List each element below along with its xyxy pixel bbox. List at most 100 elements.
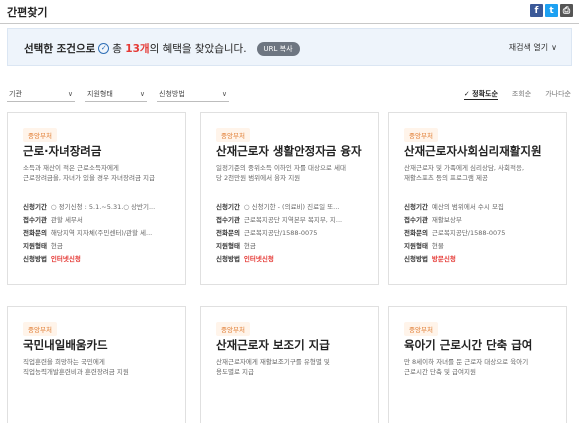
agency-badge: 중앙부처 xyxy=(23,128,57,142)
benefit-card[interactable]: 중앙부처 산재근로자 보조기 지급 산재근로자에게 재활보조기구를 유형별 및 … xyxy=(200,306,379,423)
detail-row: 접수기관 관할 세무서 xyxy=(23,214,181,227)
detail-value: 인터넷신청 xyxy=(50,255,81,263)
detail-value: 현물 xyxy=(431,242,444,250)
detail-label: 전화문의 xyxy=(404,229,428,237)
description-line: 직업능력개발훈련비과 훈련장려금 지원 xyxy=(23,368,129,376)
summary-suffix: 의 혜택을 찾았습니다. xyxy=(149,43,247,55)
benefit-card[interactable]: 중앙부처 근로·자녀장려금 소득과 재산이 적은 근로소득자에게 근로장려금을,… xyxy=(7,112,186,285)
agency-badge: 중앙부처 xyxy=(23,322,57,336)
reopen-search-button[interactable]: 재검색 열기 ∨ xyxy=(509,42,557,53)
detail-row: 신청기간 ○ 신청기한 - (의료비) 진료일 또... xyxy=(216,201,374,214)
detail-label: 접수기관 xyxy=(23,216,47,224)
chevron-down-icon: ∨ xyxy=(551,43,557,52)
card-description: 만 8세이하 자녀를 둔 근로자 대상으로 육아기 근로시간 단축 및 급여지원 xyxy=(404,357,562,377)
detail-label: 신청방법 xyxy=(23,255,47,263)
detail-value: 방문신청 xyxy=(431,255,456,263)
benefit-card[interactable]: 중앙부처 산재근로자 생활안정자금 융자 일정기준의 중위소득 이하인 자를 대… xyxy=(200,112,379,285)
description-line: 소득과 재산이 적은 근로소득자에게 xyxy=(23,164,119,172)
card-details: 신청기간 예산의 범위에서 수시 모집 접수기관 재활보상부 전화문의 근로복지공단/… xyxy=(404,201,562,266)
detail-label: 신청방법 xyxy=(216,255,240,263)
facebook-icon[interactable]: f xyxy=(530,4,543,17)
card-description: 일정기준의 중위소득 이하인 자를 대상으로 세대 당 2천만원 범위에서 융자… xyxy=(216,163,374,183)
filter-apply-method-select[interactable]: 신청방법 ∨ xyxy=(157,86,229,102)
detail-label: 전화문의 xyxy=(23,229,47,237)
chevron-down-icon: ∨ xyxy=(139,89,145,98)
detail-label: 지원형태 xyxy=(404,242,428,250)
share-buttons: f t ⎙ xyxy=(530,4,573,17)
card-details: 신청기간 ○ 정기신청 : 5.1.~5.31.○ 상반기... 접수기관 관할 세… xyxy=(23,201,181,266)
summary-prefix: 선택한 조건으로 xyxy=(24,43,96,55)
filter-bar: 기관 ∨ 지원형태 ∨ 신청방법 ∨ xyxy=(7,86,229,102)
detail-row: 접수기관 근로복지공단 지역본부 복지부, 지... xyxy=(216,214,374,227)
detail-label: 접수기관 xyxy=(404,216,428,224)
sort-alphabetical[interactable]: 가나다순 xyxy=(545,89,571,100)
detail-value: 해당지역 지자체(주민센터)/관할 세... xyxy=(50,229,153,237)
detail-row: 지원형태 현금 xyxy=(23,240,181,253)
description-line: 당 2천만원 범위에서 융자 지원 xyxy=(216,174,301,182)
description-line: 재활스포츠 등의 프로그램 제공 xyxy=(404,174,488,182)
result-count: 13개 xyxy=(125,43,150,55)
detail-value: 인터넷신청 xyxy=(243,255,274,263)
result-banner: 선택한 조건으로 ✓ 총 13개 의 혜택을 찾았습니다. URL 복사 재검색 … xyxy=(7,28,572,66)
detail-label: 신청기간 xyxy=(23,203,47,211)
chevron-down-icon: ∨ xyxy=(221,89,227,98)
top-bar: 간편찾기 f t ⎙ xyxy=(0,0,579,24)
detail-value: ○ 신청기한 - (의료비) 진료일 또... xyxy=(243,203,340,211)
filter-agency-select[interactable]: 기관 ∨ xyxy=(7,86,75,102)
url-copy-button[interactable]: URL 복사 xyxy=(256,41,300,56)
chevron-down-icon: ∨ xyxy=(67,89,73,98)
detail-label: 전화문의 xyxy=(216,229,240,237)
detail-row: 지원형태 현금 xyxy=(216,240,374,253)
twitter-icon[interactable]: t xyxy=(545,4,558,17)
description-line: 근로장려금을, 자녀가 있을 경우 자녀장려금 지급 xyxy=(23,174,155,182)
benefit-card[interactable]: 중앙부처 육아기 근로시간 단축 급여 만 8세이하 자녀를 둔 근로자 대상으… xyxy=(388,306,567,423)
page-title: 간편찾기 xyxy=(7,6,48,19)
card-title: 산재근로자 보조기 지급 xyxy=(216,338,330,352)
filter-label: 지원형태 xyxy=(87,89,113,98)
detail-label: 신청기간 xyxy=(216,203,240,211)
description-line: 일정기준의 중위소득 이하인 자를 대상으로 세대 xyxy=(216,164,346,172)
card-title: 육아기 근로시간 단축 급여 xyxy=(404,338,533,352)
detail-row: 전화문의 근로복지공단/1588-0075 xyxy=(216,227,374,240)
detail-row: 지원형태 현물 xyxy=(404,240,562,253)
detail-value: 근로복지공단 지역본부 복지부, 지... xyxy=(243,216,343,224)
description-line: 산재근로자 및 가족에게 심리상담, 사회적응, xyxy=(404,164,525,172)
detail-value: 근로복지공단/1588-0075 xyxy=(431,229,506,237)
detail-label: 접수기관 xyxy=(216,216,240,224)
description-line: 산재근로자에게 재활보조기구를 유형별 및 xyxy=(216,358,330,366)
card-title: 산재근로자 생활안정자금 융자 xyxy=(216,144,362,158)
filter-label: 신청방법 xyxy=(159,89,185,98)
detail-value: 재활보상부 xyxy=(431,216,462,224)
detail-value: ○ 정기신청 : 5.1.~5.31.○ 상반기... xyxy=(50,203,156,211)
sort-options: ✓ 정확도순 조회순 가나다순 xyxy=(463,89,571,100)
card-description: 산재근로자 및 가족에게 심리상담, 사회적응, 재활스포츠 등의 프로그램 제… xyxy=(404,163,562,183)
print-icon[interactable]: ⎙ xyxy=(560,4,573,17)
agency-badge: 중앙부처 xyxy=(404,128,438,142)
detail-value: 현금 xyxy=(50,242,63,250)
sort-views[interactable]: 조회순 xyxy=(512,89,531,100)
detail-row: 신청기간 예산의 범위에서 수시 모집 xyxy=(404,201,562,214)
card-description: 소득과 재산이 적은 근로소득자에게 근로장려금을, 자녀가 있을 경우 자녀장… xyxy=(23,163,181,183)
detail-value: 예산의 범위에서 수시 모집 xyxy=(431,203,504,211)
detail-row: 신청방법 방문신청 xyxy=(404,253,562,266)
description-line: 용도별로 지급 xyxy=(216,368,254,376)
card-title: 산재근로자사회심리재활지원 xyxy=(404,144,542,158)
detail-row: 신청방법 인터넷신청 xyxy=(216,253,374,266)
filter-support-type-select[interactable]: 지원형태 ∨ xyxy=(85,86,147,102)
card-description: 산재근로자에게 재활보조기구를 유형별 및 용도별로 지급 xyxy=(216,357,374,377)
reopen-search-label: 재검색 열기 xyxy=(508,43,549,52)
check-circle-icon: ✓ xyxy=(98,43,110,54)
benefit-card[interactable]: 중앙부처 산재근로자사회심리재활지원 산재근로자 및 가족에게 심리상담, 사회… xyxy=(388,112,567,285)
detail-label: 지원형태 xyxy=(216,242,240,250)
detail-row: 신청방법 인터넷신청 xyxy=(23,253,181,266)
benefit-card[interactable]: 중앙부처 국민내일배움카드 직업훈련을 희망하는 국민에게 직업능력개발훈련비과… xyxy=(7,306,186,423)
divider xyxy=(0,23,579,24)
card-title: 근로·자녀장려금 xyxy=(23,144,102,158)
description-line: 만 8세이하 자녀를 둔 근로자 대상으로 육아기 xyxy=(404,358,529,366)
detail-row: 신청기간 ○ 정기신청 : 5.1.~5.31.○ 상반기... xyxy=(23,201,181,214)
sort-accuracy[interactable]: ✓ 정확도순 xyxy=(463,89,498,100)
card-title: 국민내일배움카드 xyxy=(23,338,108,352)
agency-badge: 중앙부처 xyxy=(404,322,438,336)
card-description: 직업훈련을 희망하는 국민에게 직업능력개발훈련비과 훈련장려금 지원 xyxy=(23,357,181,377)
detail-value: 근로복지공단/1588-0075 xyxy=(243,229,318,237)
